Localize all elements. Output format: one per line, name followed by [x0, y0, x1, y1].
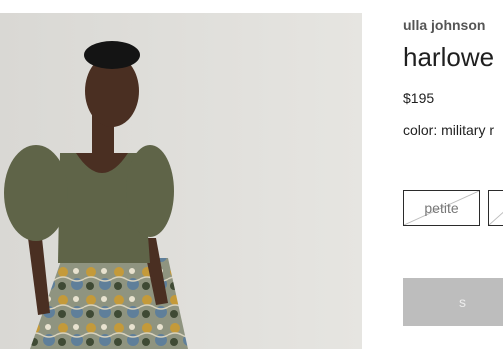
brand-name[interactable]: ulla johnson — [403, 17, 485, 33]
size-option-label: petite — [424, 200, 459, 216]
unavailable-strike-icon — [489, 211, 503, 225]
size-option-second[interactable] — [488, 190, 503, 226]
size-option-petite[interactable]: petite — [403, 190, 480, 226]
model-illustration — [0, 13, 362, 349]
product-title: harlowe — [403, 42, 495, 72]
selected-color: color: military r — [403, 122, 495, 138]
product-price: $195 — [403, 90, 435, 106]
add-to-bag-button[interactable]: s — [403, 278, 503, 326]
product-photo[interactable] — [0, 13, 362, 349]
